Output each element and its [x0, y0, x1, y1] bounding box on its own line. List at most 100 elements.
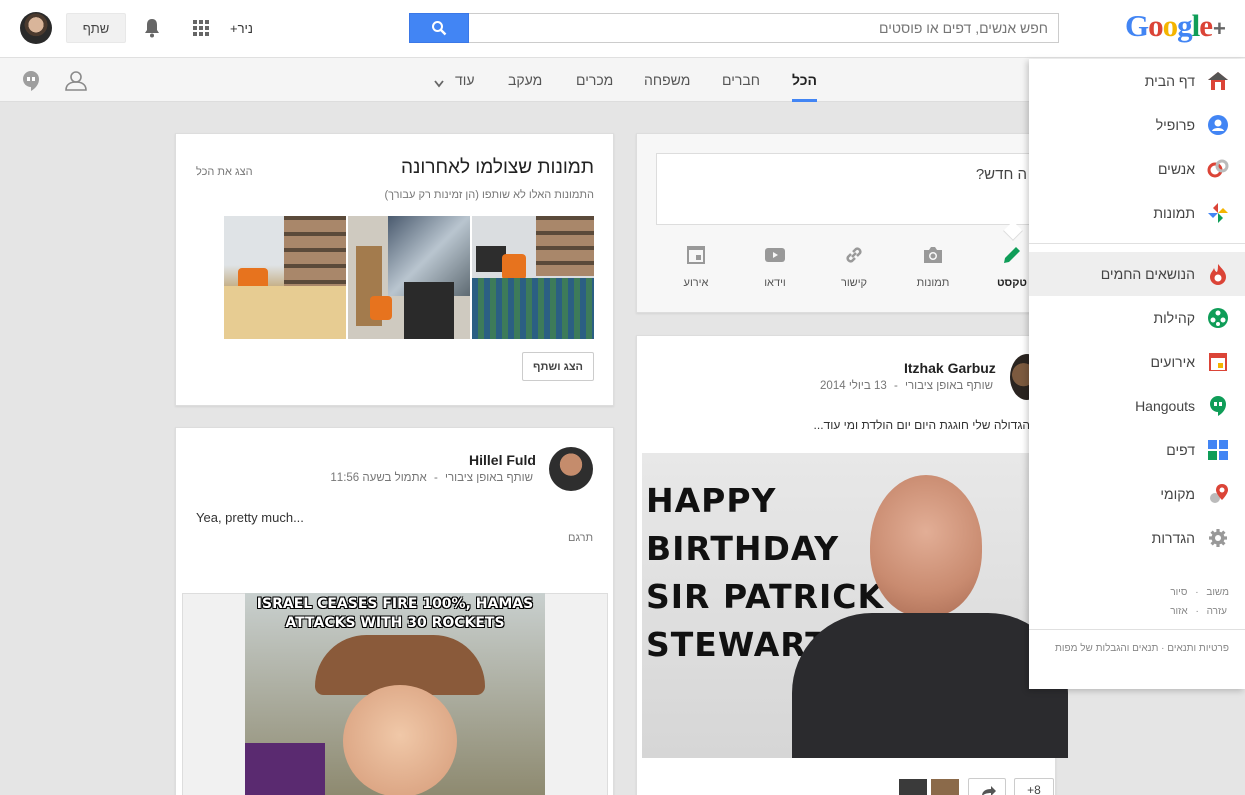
tool-photos[interactable]: תמונות — [903, 243, 963, 289]
menu-item-pages[interactable]: דפים — [1029, 428, 1245, 472]
hangouts-icon — [1207, 395, 1229, 417]
search-button[interactable] — [409, 13, 469, 43]
menu-item-local[interactable]: מקומי — [1029, 472, 1245, 516]
post-visibility[interactable]: שותף באופן ציבורי — [905, 380, 993, 392]
recent-photo-2[interactable] — [348, 216, 470, 339]
footer-link-feedback[interactable]: משוב — [1206, 587, 1229, 598]
compose-prompt: ה חדש? — [975, 166, 1027, 183]
footer-link-tour[interactable]: סיור — [1170, 587, 1187, 598]
translate-link[interactable]: תרגם — [568, 532, 593, 544]
post2-meta-separator: - — [433, 472, 438, 484]
search-input[interactable] — [469, 14, 1058, 42]
menu-item-photos[interactable]: תמונות — [1029, 191, 1245, 235]
pages-icon — [1207, 439, 1229, 461]
camera-icon — [924, 247, 942, 263]
post-meta: שותף באופן ציבורי - 13 ביולי 2014 — [820, 380, 993, 392]
post-date[interactable]: 13 ביולי 2014 — [820, 380, 887, 392]
tool-text-label: טקסט — [996, 277, 1027, 289]
footer-legal[interactable]: פרטיות ותנאים · תנאים והגבלות של מפות — [1049, 641, 1229, 657]
logo-plus: + — [1213, 16, 1226, 41]
menu-item-hot-topics[interactable]: הנושאים החמים — [1029, 252, 1245, 296]
menu-item-hangouts[interactable]: Hangouts — [1029, 384, 1245, 428]
plusser-avatar-1[interactable] — [931, 779, 959, 795]
side-menu: דף הבית פרופיל אנשים תמונות הנושאים החמי… — [1029, 59, 1245, 689]
meme-jacket — [245, 743, 325, 795]
menu-item-label: דפים — [1166, 442, 1195, 458]
tool-link[interactable]: קישור — [824, 243, 884, 289]
meme-face — [343, 685, 457, 795]
view-and-share-button[interactable]: הצג ושתף — [522, 352, 594, 381]
add-people-icon[interactable] — [64, 70, 88, 95]
menu-item-label: אירועים — [1150, 354, 1195, 370]
user-avatar[interactable] — [20, 12, 52, 44]
post2-date[interactable]: אתמול בשעה 11:56 — [330, 472, 426, 484]
chevron-down-icon[interactable] — [434, 76, 444, 91]
footer-link-region[interactable]: אזור — [1170, 606, 1187, 617]
post-text: הגדולה שלי חוגגת היום יום הולדת ומי עוד.… — [813, 418, 1030, 432]
menu-item-label: תמונות — [1153, 205, 1195, 221]
post2-visibility[interactable]: שותף באופן ציבורי — [445, 472, 533, 484]
tab-all[interactable]: הכל — [792, 58, 817, 102]
tool-event[interactable]: אירוע — [666, 243, 726, 289]
google-plus-logo[interactable]: Google + — [1125, 8, 1226, 48]
footer-divider — [1029, 629, 1245, 630]
share-button[interactable]: שתף — [66, 13, 126, 43]
post-author-name[interactable]: Itzhak Garbuz — [904, 360, 996, 376]
menu-item-label: פרופיל — [1155, 117, 1195, 133]
recent-photo-3[interactable] — [472, 216, 594, 339]
tool-link-label: קישור — [840, 277, 868, 289]
profile-icon — [1207, 114, 1229, 136]
image-line-2: BIRTHDAY — [646, 529, 840, 568]
logo-text: Google — [1125, 8, 1213, 43]
menu-item-label: הנושאים החמים — [1100, 266, 1195, 282]
menu-item-label: הגדרות — [1151, 530, 1195, 546]
menu-divider — [1029, 243, 1245, 244]
post2-author-avatar[interactable] — [549, 447, 593, 491]
menu-item-profile[interactable]: פרופיל — [1029, 103, 1245, 147]
post2-author-name[interactable]: Hillel Fuld — [469, 452, 536, 468]
tool-video-label: וידאו — [764, 277, 786, 289]
compose-box[interactable]: ה חדש? — [656, 153, 1036, 225]
share-arrow-icon[interactable] — [968, 778, 1006, 795]
post2-meme-image[interactable]: ISRAEL CEASES FIRE 100%, HAMAS ATTACKS W… — [245, 593, 545, 795]
tab-more[interactable]: עוד — [455, 58, 475, 102]
communities-icon — [1207, 307, 1229, 329]
hangouts-quick-icon[interactable] — [22, 70, 40, 95]
search-icon — [432, 21, 447, 36]
photos-icon — [1207, 202, 1229, 224]
events-icon — [1207, 351, 1229, 373]
people-icon — [1207, 158, 1229, 180]
menu-item-people[interactable]: אנשים — [1029, 147, 1245, 191]
menu-item-home[interactable]: דף הבית — [1029, 59, 1245, 103]
tab-following[interactable]: מעקב — [508, 58, 542, 102]
show-all-link[interactable]: הצג את הכל — [196, 166, 253, 178]
menu-item-label: דף הבית — [1144, 73, 1195, 89]
post-meta-separator: - — [893, 380, 898, 392]
footer-link-help[interactable]: עזרה — [1207, 606, 1227, 617]
plus-one-button[interactable]: +8 — [1014, 778, 1054, 795]
local-icon — [1207, 483, 1229, 505]
tab-acquaintances[interactable]: מכרים — [576, 58, 613, 102]
menu-item-label: Hangouts — [1135, 398, 1195, 414]
search-field[interactable] — [469, 13, 1059, 43]
post-image-birthday[interactable]: HAPPY BIRTHDAY SIR PATRICK STEWART — [642, 453, 1068, 758]
menu-item-label: אנשים — [1157, 161, 1195, 177]
tab-friends[interactable]: חברים — [722, 58, 760, 102]
plusser-avatar-2[interactable] — [899, 779, 927, 795]
tab-family[interactable]: משפחה — [644, 58, 690, 102]
recent-photo-1[interactable] — [224, 216, 346, 339]
image-line-1: HAPPY — [646, 481, 777, 520]
plus-one-count: +8 — [1027, 783, 1041, 795]
event-icon — [687, 246, 705, 264]
recent-photos-subtitle: התמונות האלו לא שותפו (הן זמינות רק עבור… — [384, 189, 594, 201]
apps-icon[interactable] — [193, 20, 209, 36]
notifications-bell-icon[interactable] — [143, 18, 161, 41]
footer-links-row1: משוב · סיור — [1170, 587, 1229, 598]
menu-item-events[interactable]: אירועים — [1029, 340, 1245, 384]
menu-item-communities[interactable]: קהילות — [1029, 296, 1245, 340]
tool-video[interactable]: וידאו — [745, 243, 805, 289]
user-link[interactable]: +ניר — [230, 21, 253, 36]
link-icon — [846, 247, 862, 263]
menu-item-settings[interactable]: הגדרות — [1029, 516, 1245, 560]
portrait-body — [792, 613, 1068, 758]
